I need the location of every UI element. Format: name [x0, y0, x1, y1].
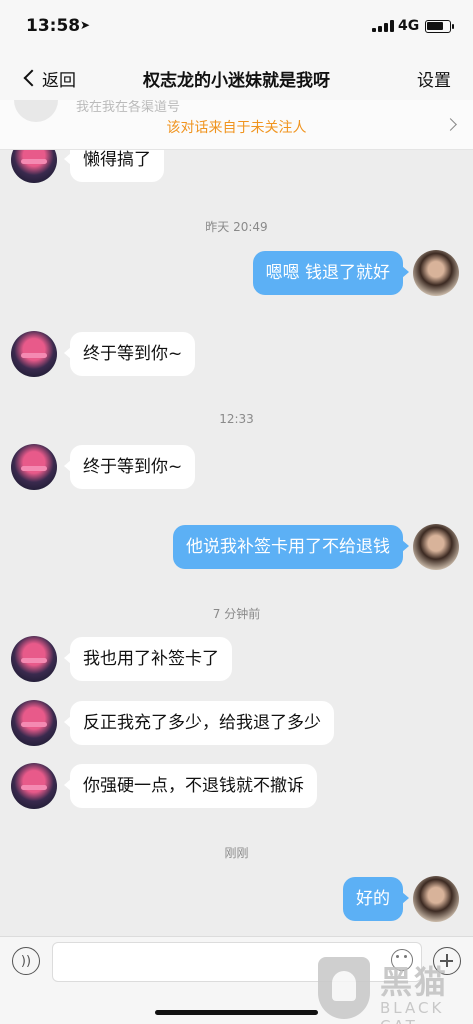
banner-text: 该对话来自于未关注人 — [166, 120, 307, 136]
location-arrow-icon: ➤ — [80, 18, 91, 32]
nav-bar: 返回 权志龙的小迷妹就是我呀 设置 — [0, 56, 473, 100]
contact-avatar[interactable] — [11, 150, 57, 183]
message-timestamp: 昨天 20:49 — [205, 220, 268, 234]
network-type: 4G — [398, 18, 420, 34]
contact-avatar[interactable] — [11, 763, 57, 809]
self-avatar[interactable] — [413, 876, 459, 922]
self-avatar[interactable] — [413, 524, 459, 570]
message-timestamp: 刚刚 — [224, 846, 249, 860]
black-cat-watermark: 黑猫 BLACK CAT — [318, 955, 473, 1024]
message-bubble-received[interactable]: 懒得搞了 — [64, 150, 164, 182]
chevron-left-icon — [23, 69, 41, 87]
watermark-en: BLACK CAT — [380, 999, 445, 1024]
back-label: 返回 — [42, 70, 76, 91]
faded-message-text: 我在我在各渠道号 — [76, 100, 181, 115]
signal-icon — [372, 20, 394, 32]
battery-icon — [425, 20, 454, 33]
message-bubble-received[interactable]: 终于等到你~ — [63, 332, 196, 376]
message-bubble-received[interactable]: 你强硬一点，不退钱就不撤诉 — [64, 764, 317, 808]
contact-avatar[interactable] — [11, 700, 57, 746]
message-timestamp: 7 分钟前 — [212, 607, 261, 621]
stranger-notice-banner[interactable]: 我在我在各渠道号 该对话来自于未关注人 — [0, 100, 473, 150]
cat-shield-icon — [318, 957, 370, 1019]
message-bubble-sent[interactable]: 他说我补签卡用了不给退钱 — [173, 525, 409, 569]
status-bar: 13:58 ➤ 4G — [0, 0, 473, 56]
message-bubble-sent[interactable]: 嗯嗯 钱退了就好 — [252, 251, 410, 295]
watermark-cn: 黑猫 — [380, 963, 449, 1001]
voice-input-button[interactable]: )) — [12, 947, 40, 975]
status-time: 13:58 — [26, 16, 81, 36]
message-bubble-sent[interactable]: 好的 — [343, 877, 409, 921]
message-bubble-received[interactable]: 反正我充了多少，给我退了多少 — [64, 701, 334, 745]
message-bubble-received[interactable]: 我也用了补签卡了 — [64, 637, 232, 681]
home-indicator — [155, 1010, 318, 1015]
contact-avatar[interactable] — [11, 331, 57, 377]
message-timestamp: 12:33 — [219, 412, 254, 426]
message-bubble-received[interactable]: 终于等到你~ — [63, 445, 196, 489]
message-list[interactable]: 懒得搞了 昨天 20:49 嗯嗯 钱退了就好 终于等到你~ 12:33 终于等到… — [0, 150, 473, 936]
self-avatar[interactable] — [413, 250, 459, 296]
conversation-title: 权志龙的小迷妹就是我呀 — [143, 71, 330, 91]
contact-avatar[interactable] — [11, 636, 57, 682]
settings-button[interactable]: 设置 — [417, 66, 451, 91]
back-button[interactable]: 返回 — [22, 63, 76, 93]
contact-avatar[interactable] — [11, 444, 57, 490]
sound-wave-icon: )) — [20, 953, 32, 969]
